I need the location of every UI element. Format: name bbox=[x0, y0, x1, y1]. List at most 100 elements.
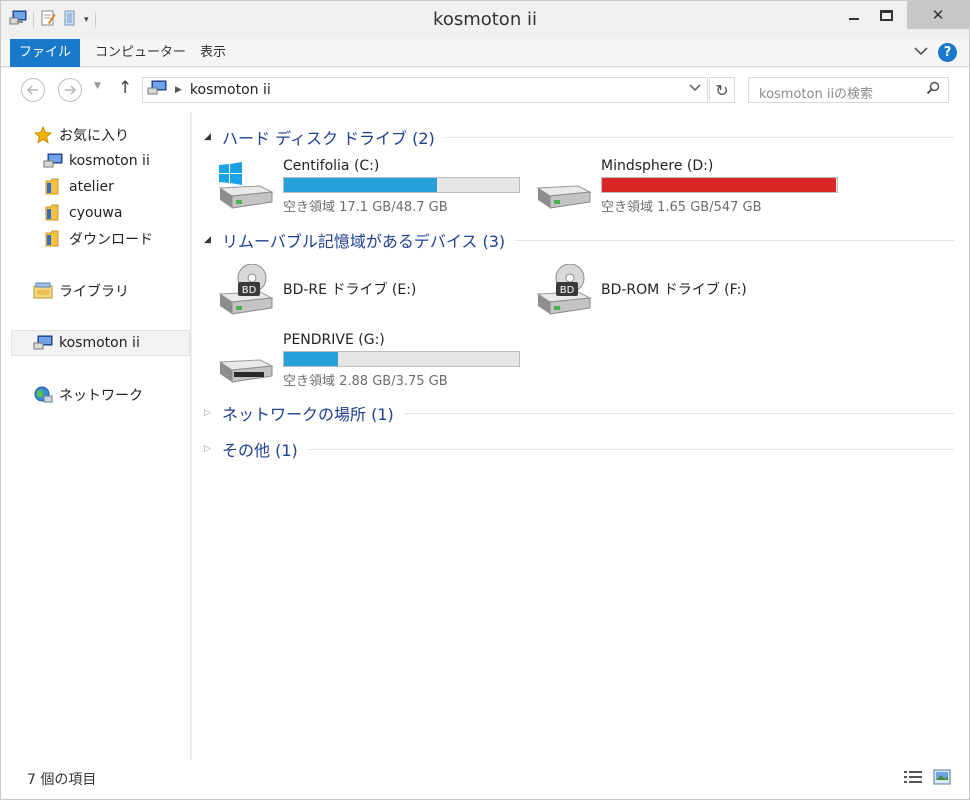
arrow-right-icon bbox=[65, 85, 76, 95]
sidebar-item-label: ダウンロード bbox=[69, 232, 153, 248]
sidebar-item-label: ライブラリ bbox=[59, 284, 129, 300]
search-placeholder: kosmoton iiの検索 bbox=[759, 87, 874, 102]
large-icons-view-icon[interactable] bbox=[933, 769, 951, 789]
disc-label: BD bbox=[560, 285, 575, 296]
folder-icon bbox=[43, 178, 63, 196]
drive-name: PENDRIVE (G:) bbox=[283, 332, 385, 348]
sidebar-item-label: kosmoton ii bbox=[59, 335, 140, 351]
details-view-icon[interactable] bbox=[903, 769, 923, 789]
content-pane: ◢ ハード ディスク ドライブ (2) Centifolia (C:) 空き領域… bbox=[192, 112, 969, 760]
group-header-network-locations[interactable]: ▷ ネットワークの場所 (1) bbox=[192, 402, 954, 424]
drive-tile-c[interactable]: Centifolia (C:) 空き領域 17.1 GB/48.7 GB bbox=[216, 158, 520, 215]
drive-name: BD-RE ドライブ (E:) bbox=[283, 282, 417, 298]
forward-button[interactable] bbox=[58, 78, 82, 102]
ribbon-right-controls: ? bbox=[914, 43, 957, 62]
drive-usage-fill bbox=[284, 352, 339, 366]
drive-tile-g[interactable]: PENDRIVE (G:) 空き領域 2.88 GB/3.75 GB bbox=[216, 332, 520, 389]
drive-free-space: 空き領域 1.65 GB/547 GB bbox=[601, 200, 762, 215]
collapsed-triangle-icon[interactable]: ▷ bbox=[204, 444, 216, 454]
tab-file[interactable]: ファイル bbox=[10, 39, 80, 67]
folder-icon bbox=[43, 204, 63, 222]
drive-tile-e[interactable]: BD BD-RE ドライブ (E:) bbox=[216, 260, 516, 316]
refresh-button[interactable]: ↻ bbox=[709, 77, 735, 103]
library-icon bbox=[33, 282, 53, 300]
breadcrumb[interactable]: kosmoton ii bbox=[190, 82, 271, 98]
recent-locations-chevron-icon[interactable]: ▼ bbox=[94, 81, 101, 91]
drive-name: BD-ROM ドライブ (F:) bbox=[601, 282, 747, 298]
minimize-icon bbox=[849, 18, 859, 20]
sidebar-item-libraries[interactable]: ライブラリ bbox=[33, 279, 129, 303]
sidebar-item-kosmoton-ii-favorite[interactable]: kosmoton ii bbox=[43, 149, 150, 173]
drive-tile-f[interactable]: BD BD-ROM ドライブ (F:) bbox=[534, 260, 834, 316]
arrow-left-icon bbox=[27, 85, 38, 95]
sidebar-item-cyouwa[interactable]: cyouwa bbox=[43, 201, 122, 225]
close-button[interactable]: ✕ bbox=[907, 1, 969, 29]
maximize-button[interactable] bbox=[863, 1, 909, 29]
ribbon-expand-chevron-icon[interactable] bbox=[914, 45, 928, 60]
expanded-triangle-icon[interactable]: ◢ bbox=[204, 235, 216, 245]
sidebar-item-label: kosmoton ii bbox=[69, 153, 150, 169]
item-count: 7 個の項目 bbox=[27, 772, 97, 788]
downloads-folder-icon bbox=[43, 230, 63, 248]
sidebar-item-label: お気に入り bbox=[59, 128, 129, 144]
drive-tile-d[interactable]: Mindsphere (D:) 空き領域 1.65 GB/547 GB bbox=[534, 158, 838, 215]
sidebar-item-computer[interactable]: kosmoton ii bbox=[11, 330, 190, 356]
group-divider bbox=[307, 448, 954, 450]
group-title: リムーバブル記憶域があるデバイス (3) bbox=[222, 232, 506, 251]
group-title: ハード ディスク ドライブ (2) bbox=[222, 129, 435, 148]
drive-usage-bar bbox=[601, 177, 838, 193]
search-input[interactable]: kosmoton iiの検索 bbox=[748, 77, 949, 103]
status-bar: 7 個の項目 bbox=[1, 760, 969, 799]
group-divider bbox=[444, 136, 954, 138]
sidebar-item-network[interactable]: ネットワーク bbox=[33, 383, 143, 407]
explorer-window: ▾ kosmoton ii ✕ ファイル コンピューター 表示 ? ▼ ↑ ▶ … bbox=[0, 0, 970, 800]
view-switcher bbox=[903, 769, 951, 789]
removable-drive-icon bbox=[216, 336, 274, 384]
computer-icon bbox=[147, 80, 167, 100]
sidebar-item-label: atelier bbox=[69, 179, 114, 195]
back-button[interactable] bbox=[21, 78, 45, 102]
group-divider bbox=[515, 239, 954, 241]
navigation-bar: ▼ ↑ ▶ kosmoton ii ↻ kosmoton iiの検索 bbox=[1, 68, 969, 112]
window-title: kosmoton ii bbox=[433, 9, 537, 30]
sidebar-item-label: cyouwa bbox=[69, 205, 123, 221]
sidebar-item-downloads[interactable]: ダウンロード bbox=[43, 227, 153, 251]
tab-computer[interactable]: コンピューター bbox=[81, 39, 200, 67]
navigation-pane: お気に入り kosmoton ii atelier cyouwa ダウンロード bbox=[1, 112, 191, 760]
group-title: その他 (1) bbox=[222, 441, 298, 460]
breadcrumb-separator-icon[interactable]: ▶ bbox=[175, 85, 182, 95]
group-header-removable-storage[interactable]: ◢ リムーバブル記憶域があるデバイス (3) bbox=[192, 229, 954, 251]
search-icon[interactable] bbox=[926, 81, 940, 99]
hard-disk-icon bbox=[534, 162, 592, 210]
group-title: ネットワークの場所 (1) bbox=[222, 405, 394, 424]
group-header-hard-disk-drives[interactable]: ◢ ハード ディスク ドライブ (2) bbox=[192, 126, 954, 148]
drive-usage-fill bbox=[284, 178, 437, 192]
bd-drive-icon: BD bbox=[216, 263, 274, 315]
drive-free-space: 空き領域 2.88 GB/3.75 GB bbox=[283, 374, 448, 389]
group-divider bbox=[403, 412, 954, 414]
address-history-chevron-icon[interactable] bbox=[689, 82, 701, 95]
drive-usage-bar bbox=[283, 351, 520, 367]
tab-view[interactable]: 表示 bbox=[186, 39, 240, 67]
drive-usage-fill bbox=[602, 178, 837, 192]
star-icon bbox=[33, 126, 53, 144]
drive-free-space: 空き領域 17.1 GB/48.7 GB bbox=[283, 200, 448, 215]
collapsed-triangle-icon[interactable]: ▷ bbox=[204, 408, 216, 418]
drive-name: Centifolia (C:) bbox=[283, 158, 380, 174]
help-icon[interactable]: ? bbox=[938, 43, 957, 62]
group-header-other[interactable]: ▷ その他 (1) bbox=[192, 438, 954, 460]
sidebar-item-favorites[interactable]: お気に入り bbox=[33, 123, 129, 147]
sidebar-item-label: ネットワーク bbox=[59, 388, 143, 404]
ribbon-tabs: ファイル コンピューター 表示 ? bbox=[1, 39, 969, 67]
title-bar: ▾ kosmoton ii ✕ bbox=[1, 1, 969, 39]
disc-label: BD bbox=[242, 285, 257, 296]
drive-name: Mindsphere (D:) bbox=[601, 158, 714, 174]
address-bar[interactable]: ▶ kosmoton ii bbox=[142, 77, 708, 103]
sidebar-item-atelier[interactable]: atelier bbox=[43, 175, 114, 199]
up-button[interactable]: ↑ bbox=[118, 78, 132, 98]
network-globe-icon bbox=[33, 386, 53, 404]
maximize-icon bbox=[879, 9, 893, 21]
computer-icon bbox=[43, 152, 63, 170]
computer-icon bbox=[33, 334, 53, 352]
expanded-triangle-icon[interactable]: ◢ bbox=[204, 132, 216, 142]
